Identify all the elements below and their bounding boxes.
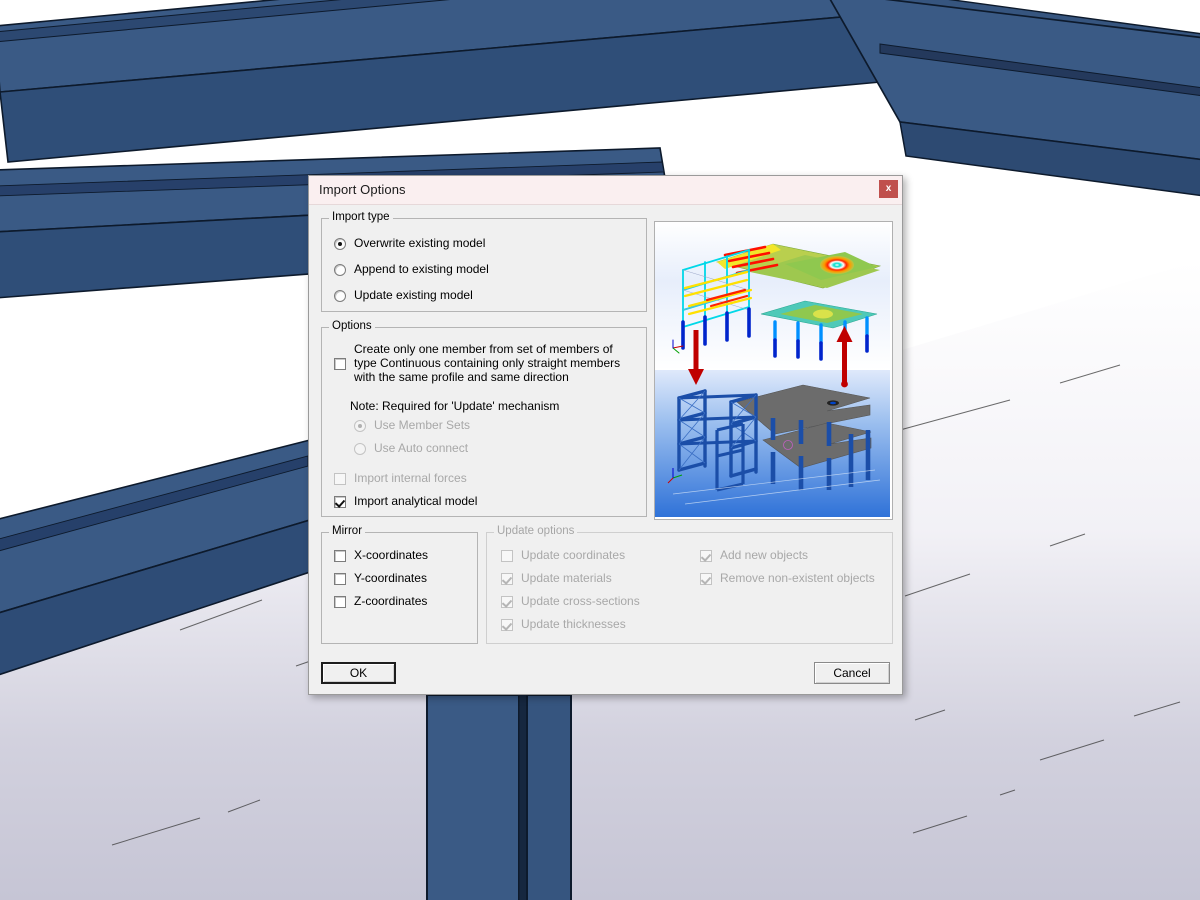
radio-label: Overwrite existing model [354, 236, 486, 250]
checkbox-indicator [501, 619, 513, 631]
checkbox-update-cross-sections: Update cross-sections [501, 595, 640, 608]
radio-update-existing-model[interactable]: Update existing model [334, 289, 473, 302]
checkbox-add-new-objects: Add new objects [700, 549, 808, 562]
checkbox-label: Update materials [521, 571, 612, 585]
radio-indicator[interactable] [334, 290, 346, 302]
group-update-options: Update options Update coordinates Update… [486, 525, 893, 644]
group-mirror-legend: Mirror [329, 525, 366, 537]
radio-indicator [354, 443, 366, 455]
checkbox-label: Add new objects [720, 548, 809, 562]
checkbox-label: Import internal forces [354, 471, 467, 485]
radio-label: Append to existing model [354, 262, 489, 276]
radio-label: Use Member Sets [374, 418, 471, 432]
radio-indicator[interactable] [334, 238, 346, 250]
checkbox-update-materials: Update materials [501, 572, 612, 585]
group-update-options-legend: Update options [494, 525, 578, 537]
radio-overwrite-existing-model[interactable]: Overwrite existing model [334, 237, 485, 250]
model-preview-image [654, 221, 893, 520]
group-mirror: Mirror X-coordinates Y-coordinates Z-coo… [321, 525, 478, 644]
radio-label: Update existing model [354, 288, 473, 302]
checkbox-create-only-one-member[interactable]: Create only one member from set of membe… [334, 342, 630, 384]
checkbox-remove-non-existent-objects: Remove non-existent objects [700, 572, 875, 585]
group-import-type-legend: Import type [329, 211, 393, 223]
checkbox-label: Update cross-sections [521, 594, 640, 608]
checkbox-label: Update coordinates [521, 548, 626, 562]
group-options: Options Create only one member from set … [321, 320, 647, 517]
checkbox-update-coordinates: Update coordinates [501, 549, 625, 562]
dialog-body: Import type Overwrite existing model App… [309, 204, 902, 694]
checkbox-indicator[interactable] [334, 496, 346, 508]
checkbox-update-thicknesses: Update thicknesses [501, 618, 626, 631]
checkbox-import-internal-forces: Import internal forces [334, 472, 467, 485]
checkbox-label: Create only one member from set of membe… [354, 342, 621, 384]
checkbox-mirror-x[interactable]: X-coordinates [334, 549, 428, 562]
dialog-title: Import Options [319, 182, 406, 197]
close-icon[interactable]: x [879, 180, 898, 198]
checkbox-indicator [700, 573, 712, 585]
checkbox-indicator [334, 473, 346, 485]
checkbox-indicator[interactable] [334, 573, 346, 585]
checkbox-indicator[interactable] [334, 596, 346, 608]
radio-indicator[interactable] [334, 264, 346, 276]
import-options-dialog: Import Options x Import type Overwrite e… [308, 175, 903, 695]
radio-use-auto-connect: Use Auto connect [354, 442, 468, 455]
checkbox-label: Z-coordinates [354, 594, 428, 608]
checkbox-mirror-z[interactable]: Z-coordinates [334, 595, 427, 608]
dialog-titlebar: Import Options x [309, 176, 902, 205]
checkbox-indicator [501, 573, 513, 585]
checkbox-label: Update thicknesses [521, 617, 626, 631]
cancel-button[interactable]: Cancel [814, 662, 890, 684]
radio-append-to-existing-model[interactable]: Append to existing model [334, 263, 489, 276]
column-vertical [426, 694, 572, 900]
radio-use-member-sets: Use Member Sets [354, 419, 470, 432]
radio-indicator [354, 420, 366, 432]
checkbox-indicator[interactable] [334, 357, 346, 370]
checkbox-label: X-coordinates [354, 548, 429, 562]
checkbox-label: Import analytical model [354, 494, 478, 508]
group-import-type: Import type Overwrite existing model App… [321, 211, 647, 312]
checkbox-import-analytical-model[interactable]: Import analytical model [334, 495, 477, 508]
group-options-legend: Options [329, 320, 375, 332]
checkbox-label: Y-coordinates [354, 571, 427, 585]
options-note: Note: Required for 'Update' mechanism [350, 399, 560, 413]
ok-button[interactable]: OK [321, 662, 396, 684]
preview-illustration [655, 222, 890, 517]
radio-label: Use Auto connect [374, 441, 469, 455]
checkbox-mirror-y[interactable]: Y-coordinates [334, 572, 427, 585]
checkbox-indicator [501, 550, 513, 562]
checkbox-indicator [700, 550, 712, 562]
checkbox-indicator[interactable] [334, 550, 346, 562]
checkbox-indicator [501, 596, 513, 608]
checkbox-label: Remove non-existent objects [720, 571, 875, 585]
